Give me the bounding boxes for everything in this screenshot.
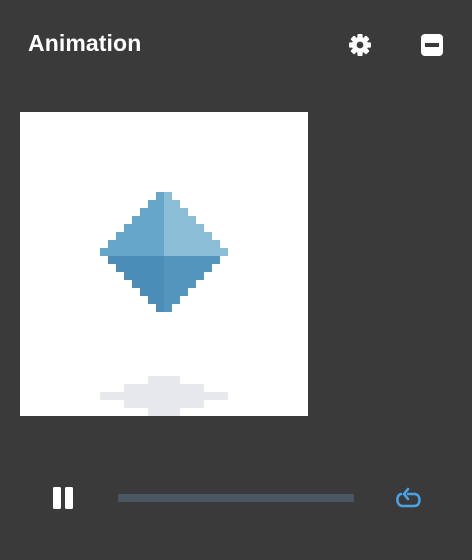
pause-button[interactable] (50, 484, 78, 512)
replay-icon (396, 487, 421, 508)
minimize-button[interactable] (418, 31, 446, 59)
minimize-icon (421, 34, 443, 56)
replay-button[interactable] (393, 484, 423, 514)
pause-icon (53, 487, 73, 509)
gem-sprite (100, 192, 228, 416)
gear-icon (349, 34, 371, 56)
gem-shadow (100, 376, 228, 416)
panel-title: Animation (28, 30, 142, 56)
settings-button[interactable] (346, 31, 374, 59)
animation-canvas (20, 112, 308, 416)
progress-bar[interactable] (118, 494, 354, 502)
